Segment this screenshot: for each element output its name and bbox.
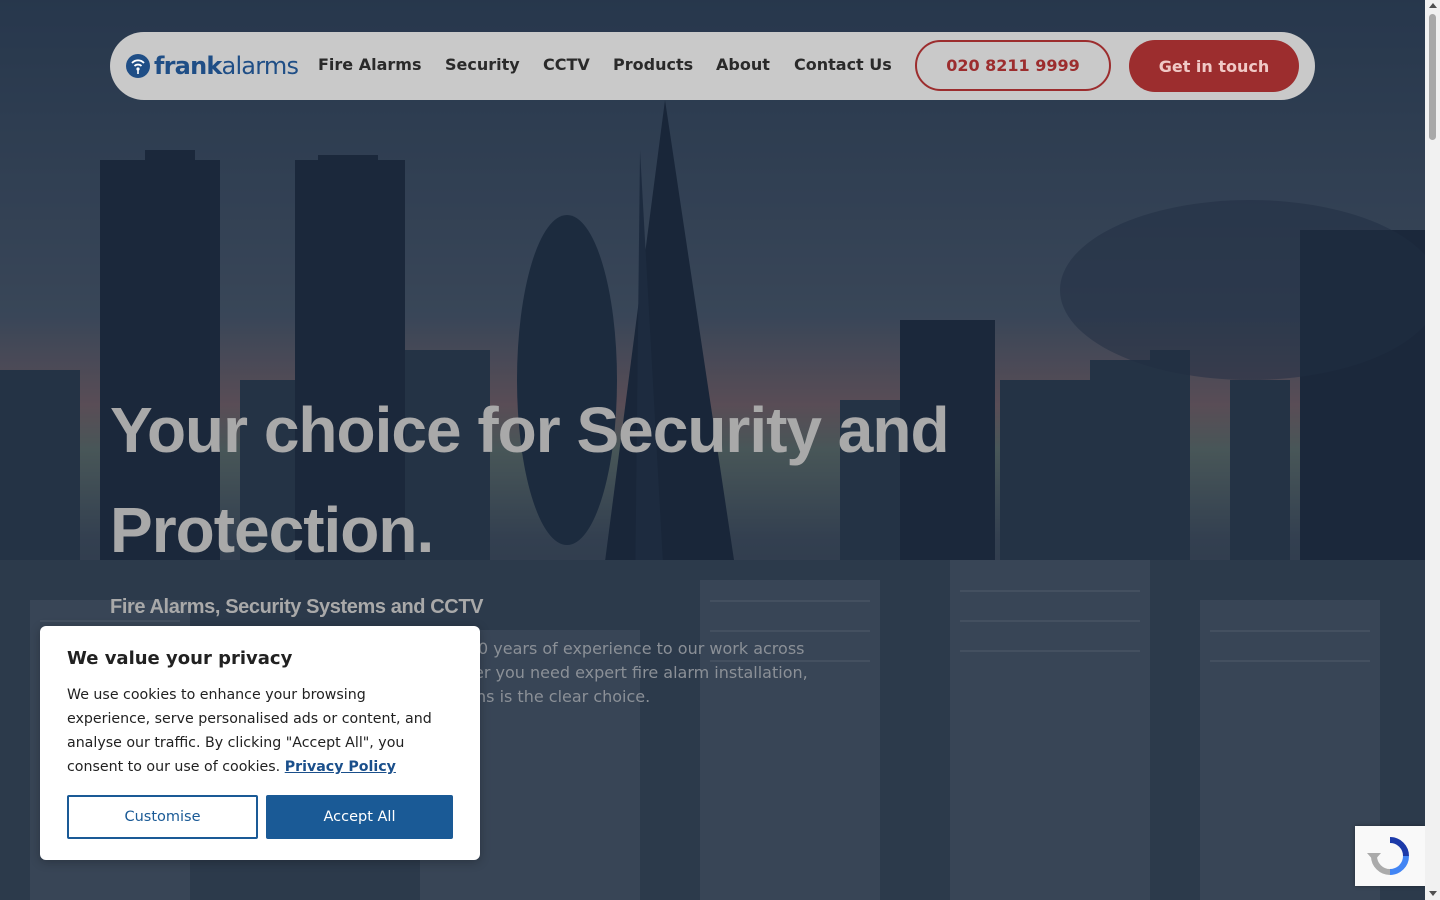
hero-subheadline: Fire Alarms, Security Systems and CCTV <box>110 596 484 618</box>
customise-button[interactable]: Customise <box>67 795 258 839</box>
scroll-down-arrow-icon[interactable] <box>1429 891 1437 896</box>
scrollbar-thumb[interactable] <box>1429 14 1436 140</box>
page-scrollbar[interactable] <box>1425 0 1440 900</box>
cookie-title: We value your privacy <box>67 648 293 669</box>
accept-all-button[interactable]: Accept All <box>266 795 453 839</box>
phone-button[interactable]: 020 8211 9999 <box>915 40 1111 91</box>
hero-headline-line2: Protection. <box>110 494 434 566</box>
nav-item-about[interactable]: About <box>716 55 770 74</box>
hero-headline: Your choice for Security and Protection. <box>110 380 1030 580</box>
recaptcha-icon <box>1367 837 1409 875</box>
recaptcha-badge[interactable] <box>1355 826 1425 886</box>
hero-headline-line1: Your choice for Security and <box>110 394 950 466</box>
nav-item-security[interactable]: Security <box>445 55 520 74</box>
get-in-touch-button[interactable]: Get in touch <box>1129 40 1299 92</box>
scroll-up-arrow-icon[interactable] <box>1429 3 1437 8</box>
privacy-policy-link[interactable]: Privacy Policy <box>285 759 396 775</box>
cookie-buttons: Customise Accept All <box>67 795 453 839</box>
nav-item-contact-us[interactable]: Contact Us <box>794 55 892 74</box>
nav-item-products[interactable]: Products <box>613 55 693 74</box>
main-navigation: frankalarms Fire Alarms Security CCTV Pr… <box>110 32 1315 100</box>
cookie-consent-banner: We value your privacy We use cookies to … <box>40 626 480 860</box>
frank-alarms-signal-icon <box>126 54 150 78</box>
nav-item-cctv[interactable]: CCTV <box>543 55 590 74</box>
logo[interactable]: frankalarms <box>126 52 299 80</box>
nav-item-fire-alarms[interactable]: Fire Alarms <box>318 55 421 74</box>
cookie-body: We use cookies to enhance your browsing … <box>67 683 453 779</box>
logo-text: frankalarms <box>154 52 299 80</box>
